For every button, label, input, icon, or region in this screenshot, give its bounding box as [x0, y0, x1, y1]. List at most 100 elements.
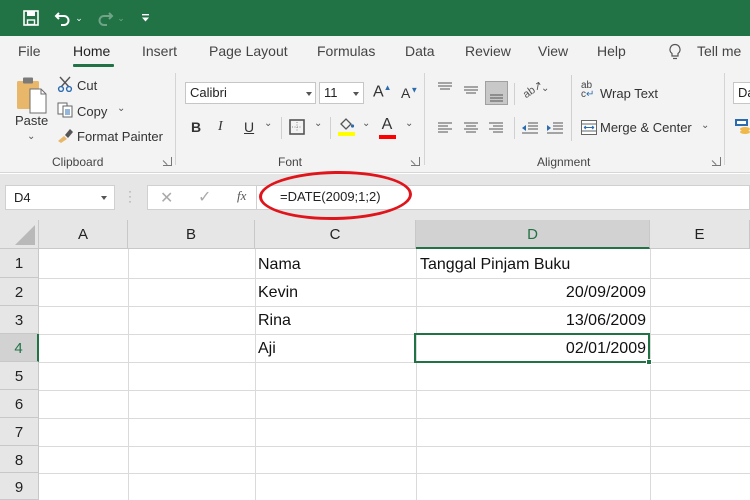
bottom-align-icon	[490, 94, 503, 102]
row-header-4[interactable]: 4	[0, 334, 39, 362]
cell-c4[interactable]: Aji	[258, 340, 276, 358]
name-box[interactable]: D4	[5, 185, 115, 210]
decrease-indent-icon[interactable]	[521, 121, 539, 139]
save-button[interactable]	[20, 0, 42, 36]
underline-dropdown[interactable]: ⌄	[264, 118, 272, 129]
column-header-b[interactable]: B	[128, 220, 255, 249]
group-separator	[175, 73, 176, 165]
increase-indent-icon[interactable]	[546, 121, 564, 139]
chevron-down-icon	[101, 196, 107, 200]
number-format-combo[interactable]: Da	[733, 82, 750, 104]
font-color-dropdown[interactable]: ⌄	[405, 118, 413, 129]
tab-formulas[interactable]: Formulas	[317, 43, 375, 59]
group-separator	[724, 73, 725, 165]
cell-c2[interactable]: Kevin	[258, 284, 298, 302]
row-header-5[interactable]: 5	[0, 362, 39, 390]
italic-button[interactable]: I	[218, 119, 223, 135]
borders-icon[interactable]	[289, 119, 305, 140]
cell-c1[interactable]: Nama	[258, 256, 301, 274]
tab-view[interactable]: View	[538, 43, 568, 59]
row-header-7[interactable]: 7	[0, 418, 39, 446]
cell-d1[interactable]: Tanggal Pinjam Buku	[420, 256, 570, 274]
separator	[514, 83, 515, 105]
copy-button[interactable]: Copy	[77, 104, 107, 119]
decrease-font-size-button[interactable]: A▼	[401, 85, 418, 101]
cancel-entry-icon[interactable]: ✕	[160, 188, 173, 208]
row-header-3[interactable]: 3	[0, 306, 39, 334]
merge-center-button[interactable]: Merge & Center	[600, 120, 692, 135]
align-right-icon[interactable]	[488, 121, 504, 139]
underline-button[interactable]: U	[244, 119, 254, 135]
font-group-label: Font	[278, 155, 303, 169]
format-painter-button[interactable]: Format Painter	[77, 129, 163, 144]
top-align-icon[interactable]	[437, 81, 453, 99]
cell-d2[interactable]: 20/09/2009	[420, 284, 646, 302]
column-header-e[interactable]: E	[650, 220, 750, 249]
paste-button[interactable]	[14, 75, 50, 115]
tab-file[interactable]: File	[18, 43, 41, 59]
row-header-2[interactable]: 2	[0, 278, 39, 306]
column-header-d[interactable]: D	[416, 220, 650, 249]
formula-bar-splitter-icon[interactable]: · · ·	[128, 185, 132, 207]
orientation-dropdown[interactable]: ⌄	[541, 83, 549, 94]
separator	[256, 186, 257, 209]
gridline	[255, 249, 256, 500]
gridline	[650, 249, 651, 500]
tab-help[interactable]: Help	[597, 43, 626, 59]
undo-dropdown[interactable]: ⌄	[74, 0, 84, 36]
wrap-text-button[interactable]: Wrap Text	[600, 86, 658, 101]
tab-home[interactable]: Home	[73, 43, 110, 59]
gridline	[39, 390, 750, 391]
font-launcher-icon[interactable]	[411, 157, 420, 166]
fill-color-icon[interactable]	[338, 117, 356, 142]
align-center-icon[interactable]	[463, 121, 479, 139]
cut-button[interactable]: Cut	[77, 78, 97, 93]
clipboard-group-label: Clipboard	[52, 155, 104, 169]
copy-dropdown[interactable]: ⌄	[117, 103, 125, 114]
cell-d3[interactable]: 13/06/2009	[420, 312, 646, 330]
customize-qat-button[interactable]	[139, 0, 151, 36]
clipboard-launcher-icon[interactable]	[163, 157, 172, 166]
accounting-format-icon[interactable]	[735, 118, 750, 139]
format-painter-icon	[57, 127, 74, 148]
increase-font-size-button[interactable]: A▲	[373, 83, 392, 101]
column-header-a[interactable]: A	[39, 220, 128, 249]
align-left-icon[interactable]	[437, 121, 453, 139]
middle-align-icon[interactable]	[463, 83, 479, 101]
alignment-group-label: Alignment	[537, 155, 591, 169]
font-name-combo[interactable]: Calibri	[185, 82, 316, 104]
fill-color-dropdown[interactable]: ⌄	[362, 118, 370, 129]
tab-insert[interactable]: Insert	[142, 43, 177, 59]
borders-dropdown[interactable]: ⌄	[314, 118, 322, 129]
paste-label[interactable]: Paste	[15, 113, 48, 128]
chevron-down-icon	[353, 92, 359, 96]
select-all-button[interactable]	[0, 220, 39, 249]
fill-handle[interactable]	[646, 359, 652, 365]
cell-c3[interactable]: Rina	[258, 312, 291, 330]
paste-dropdown[interactable]: ⌄	[27, 131, 35, 142]
row-header-9[interactable]: 9	[0, 473, 39, 500]
tell-me-search[interactable]: Tell me	[697, 43, 741, 59]
redo-button[interactable]	[95, 0, 115, 36]
tab-data[interactable]: Data	[405, 43, 435, 59]
column-header-c[interactable]: C	[255, 220, 416, 249]
font-color-button[interactable]: A	[378, 116, 396, 134]
confirm-entry-icon[interactable]: ✓	[198, 187, 211, 207]
row-header-6[interactable]: 6	[0, 390, 39, 418]
font-size-combo[interactable]: 11	[319, 82, 364, 104]
bottom-align-button[interactable]	[485, 81, 508, 105]
merge-center-dropdown[interactable]: ⌄	[701, 120, 709, 131]
row-header-8[interactable]: 8	[0, 446, 39, 473]
row-header-1[interactable]: 1	[0, 249, 39, 278]
lightbulb-icon	[668, 43, 682, 66]
redo-dropdown[interactable]: ⌄	[116, 0, 126, 36]
undo-button[interactable]	[52, 0, 74, 36]
alignment-launcher-icon[interactable]	[712, 157, 721, 166]
bold-button[interactable]: B	[191, 119, 201, 135]
font-color-swatch	[379, 135, 396, 139]
number-format-value: Da	[738, 85, 750, 100]
font-name-value: Calibri	[190, 85, 227, 100]
tab-review[interactable]: Review	[465, 43, 511, 59]
tab-page-layout[interactable]: Page Layout	[209, 43, 288, 59]
insert-function-button[interactable]: fx	[237, 188, 246, 204]
